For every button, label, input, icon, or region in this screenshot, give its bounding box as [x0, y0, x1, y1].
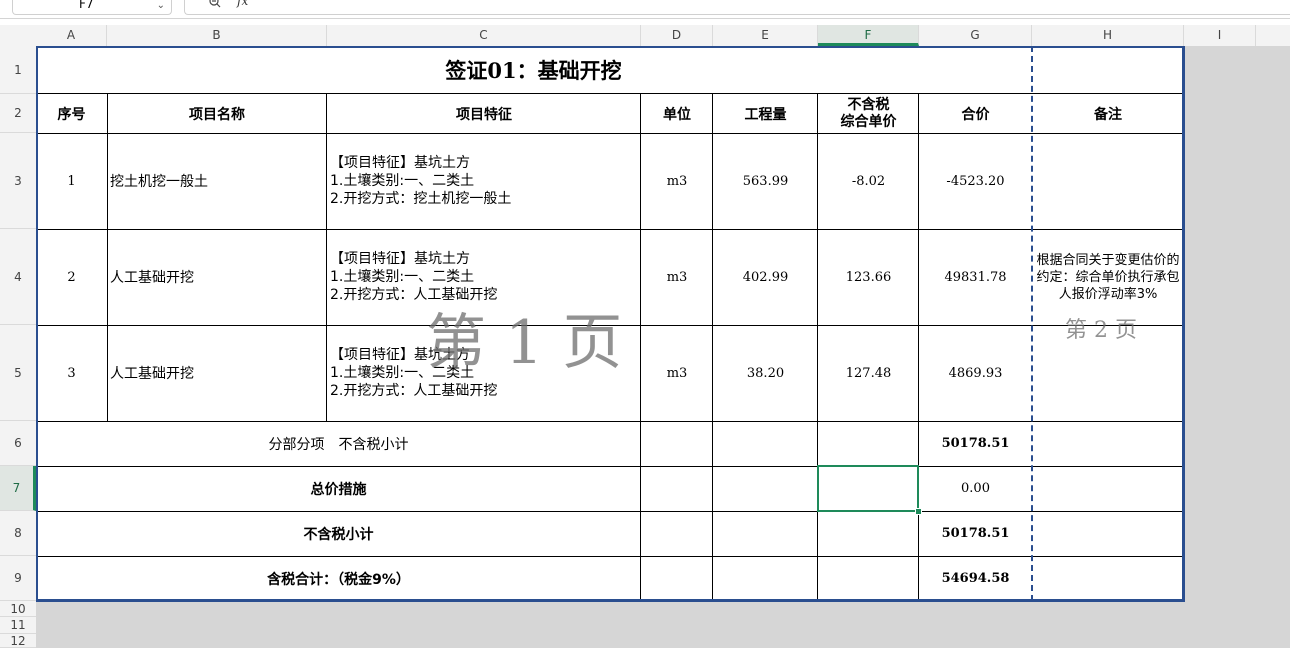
item-1-total[interactable]: -4523.20	[919, 133, 1032, 229]
print-border	[36, 46, 1184, 48]
item-1-seq[interactable]: 1	[36, 133, 107, 229]
item-3-seq[interactable]: 3	[36, 325, 107, 421]
column-header-a[interactable]: A	[36, 25, 107, 46]
item-2-price[interactable]: 123.66	[818, 229, 919, 325]
page-2-watermark: 第 2 页	[1065, 318, 1137, 343]
row-header-7[interactable]: 7	[0, 466, 36, 511]
summary-pretax-total[interactable]: 50178.51	[919, 511, 1032, 556]
grid-line	[36, 421, 1184, 422]
summary-taxed-total[interactable]: 54694.58	[919, 556, 1032, 601]
item-2-feature-line: 1.土壤类别:一、二类土	[330, 269, 475, 285]
summary-taxed-label[interactable]: 含税合计：（税金9%）	[36, 556, 641, 601]
item-1-feature-line: 1.土壤类别:一、二类土	[330, 173, 475, 189]
grid-line	[36, 229, 1184, 230]
item-2-name[interactable]: 人工基础开挖	[107, 229, 327, 325]
print-border	[1182, 46, 1185, 602]
fx-icon[interactable]: fx	[237, 0, 248, 8]
row-header-11[interactable]: 11	[0, 617, 36, 634]
item-3-name[interactable]: 人工基础开挖	[107, 325, 327, 421]
item-1-feature-line: 【项目特征】基坑土方	[330, 155, 470, 171]
formula-bar: F7 ⌄ fx	[0, 0, 1290, 19]
row-header-8[interactable]: 8	[0, 511, 36, 556]
remark-note[interactable]: 根据合同关于变更估价的约定：综合单价执行承包人报价浮动率3%	[1032, 241, 1184, 313]
non-print-area	[1184, 46, 1290, 648]
row-header-5[interactable]: 5	[0, 325, 36, 421]
header-total[interactable]: 合价	[919, 94, 1032, 133]
fill-handle[interactable]	[915, 508, 922, 515]
name-box-value: F7	[79, 0, 94, 11]
item-2-qty[interactable]: 402.99	[713, 229, 818, 325]
page-break-line	[1031, 46, 1033, 601]
item-3-total[interactable]: 4869.93	[919, 325, 1032, 421]
header-name[interactable]: 项目名称	[107, 94, 327, 133]
column-header-f[interactable]: F	[818, 25, 919, 46]
row-header-12[interactable]: 12	[0, 634, 36, 648]
name-box[interactable]: F7 ⌄	[12, 0, 172, 15]
header-qty[interactable]: 工程量	[713, 94, 818, 133]
item-2-total[interactable]: 49831.78	[919, 229, 1032, 325]
header-unit-price-line1: 不含税	[847, 96, 890, 113]
header-unit-price-line2: 综合单价	[840, 113, 897, 130]
grid-line	[712, 94, 713, 601]
summary-pretax-label[interactable]: 不含税小计	[36, 511, 641, 556]
selected-cell-f7[interactable]	[817, 465, 919, 512]
row-header-1[interactable]: 1	[0, 46, 36, 94]
row-header-6[interactable]: 6	[0, 421, 36, 466]
summary-subtotal-total[interactable]: 50178.51	[919, 421, 1032, 466]
row-header-4[interactable]: 4	[0, 229, 36, 325]
formula-input[interactable]: fx	[184, 0, 1290, 15]
column-header-i[interactable]: I	[1184, 25, 1256, 46]
header-remark[interactable]: 备注	[1032, 94, 1184, 133]
item-1-price[interactable]: -8.02	[818, 133, 919, 229]
column-header-d[interactable]: D	[641, 25, 713, 46]
row-header-10[interactable]: 10	[0, 601, 36, 617]
grid-line	[36, 93, 1184, 94]
grid-line	[640, 94, 641, 601]
grid-line	[36, 556, 1184, 557]
row-header-9[interactable]: 9	[0, 556, 36, 601]
item-2-seq[interactable]: 2	[36, 229, 107, 325]
sheet-title[interactable]: 签证01：基础开挖	[36, 46, 1031, 94]
zoom-out-icon[interactable]	[209, 0, 221, 8]
page-1-watermark: 第 1 页	[426, 308, 623, 378]
print-border	[36, 46, 38, 602]
item-1-feature[interactable]: 【项目特征】基坑土方 1.土壤类别:一、二类土 2.开挖方式：挖土机挖一般土	[327, 133, 641, 229]
column-header-e[interactable]: E	[713, 25, 818, 46]
header-unit[interactable]: 单位	[641, 94, 713, 133]
column-header-h[interactable]: H	[1032, 25, 1184, 46]
item-1-name[interactable]: 挖土机挖一般土	[107, 133, 327, 229]
row-header-3[interactable]: 3	[0, 133, 36, 229]
row-headers: 1 2 3 4 5 6 7 8 9 10 11 12	[0, 46, 37, 648]
column-header-b[interactable]: B	[107, 25, 327, 46]
item-3-unit[interactable]: m3	[641, 325, 713, 421]
column-header-g[interactable]: G	[919, 25, 1032, 46]
item-2-unit[interactable]: m3	[641, 229, 713, 325]
row-header-2[interactable]: 2	[0, 94, 36, 133]
grid-line	[36, 511, 1184, 512]
item-1-qty[interactable]: 563.99	[713, 133, 818, 229]
column-header-c[interactable]: C	[327, 25, 641, 46]
column-headers: A B C D E F G H I	[0, 25, 1290, 47]
grid-line	[36, 133, 1184, 134]
header-seq[interactable]: 序号	[36, 94, 107, 133]
header-unit-price[interactable]: 不含税 综合单价	[818, 94, 919, 133]
item-1-unit[interactable]: m3	[641, 133, 713, 229]
summary-subtotal-label[interactable]: 分部分项 不含税小计	[36, 421, 641, 466]
print-border	[36, 599, 1184, 602]
item-2-feature-line: 【项目特征】基坑土方	[330, 251, 470, 267]
item-1-feature-line: 2.开挖方式：挖土机挖一般土	[330, 191, 512, 207]
header-feature[interactable]: 项目特征	[327, 94, 641, 133]
item-3-qty[interactable]: 38.20	[713, 325, 818, 421]
chevron-down-icon[interactable]: ⌄	[157, 0, 165, 14]
grid-line	[326, 94, 327, 421]
non-print-area-bottom	[36, 601, 1184, 648]
grid-line	[36, 466, 1184, 467]
grid-line	[817, 94, 818, 601]
grid-line	[107, 94, 108, 421]
grid-line	[918, 94, 919, 601]
summary-measures-label[interactable]: 总价措施	[36, 466, 641, 511]
summary-measures-total[interactable]: 0.00	[919, 466, 1032, 511]
item-3-feature-line: 2.开挖方式：人工基础开挖	[330, 383, 498, 399]
item-3-price[interactable]: 127.48	[818, 325, 919, 421]
